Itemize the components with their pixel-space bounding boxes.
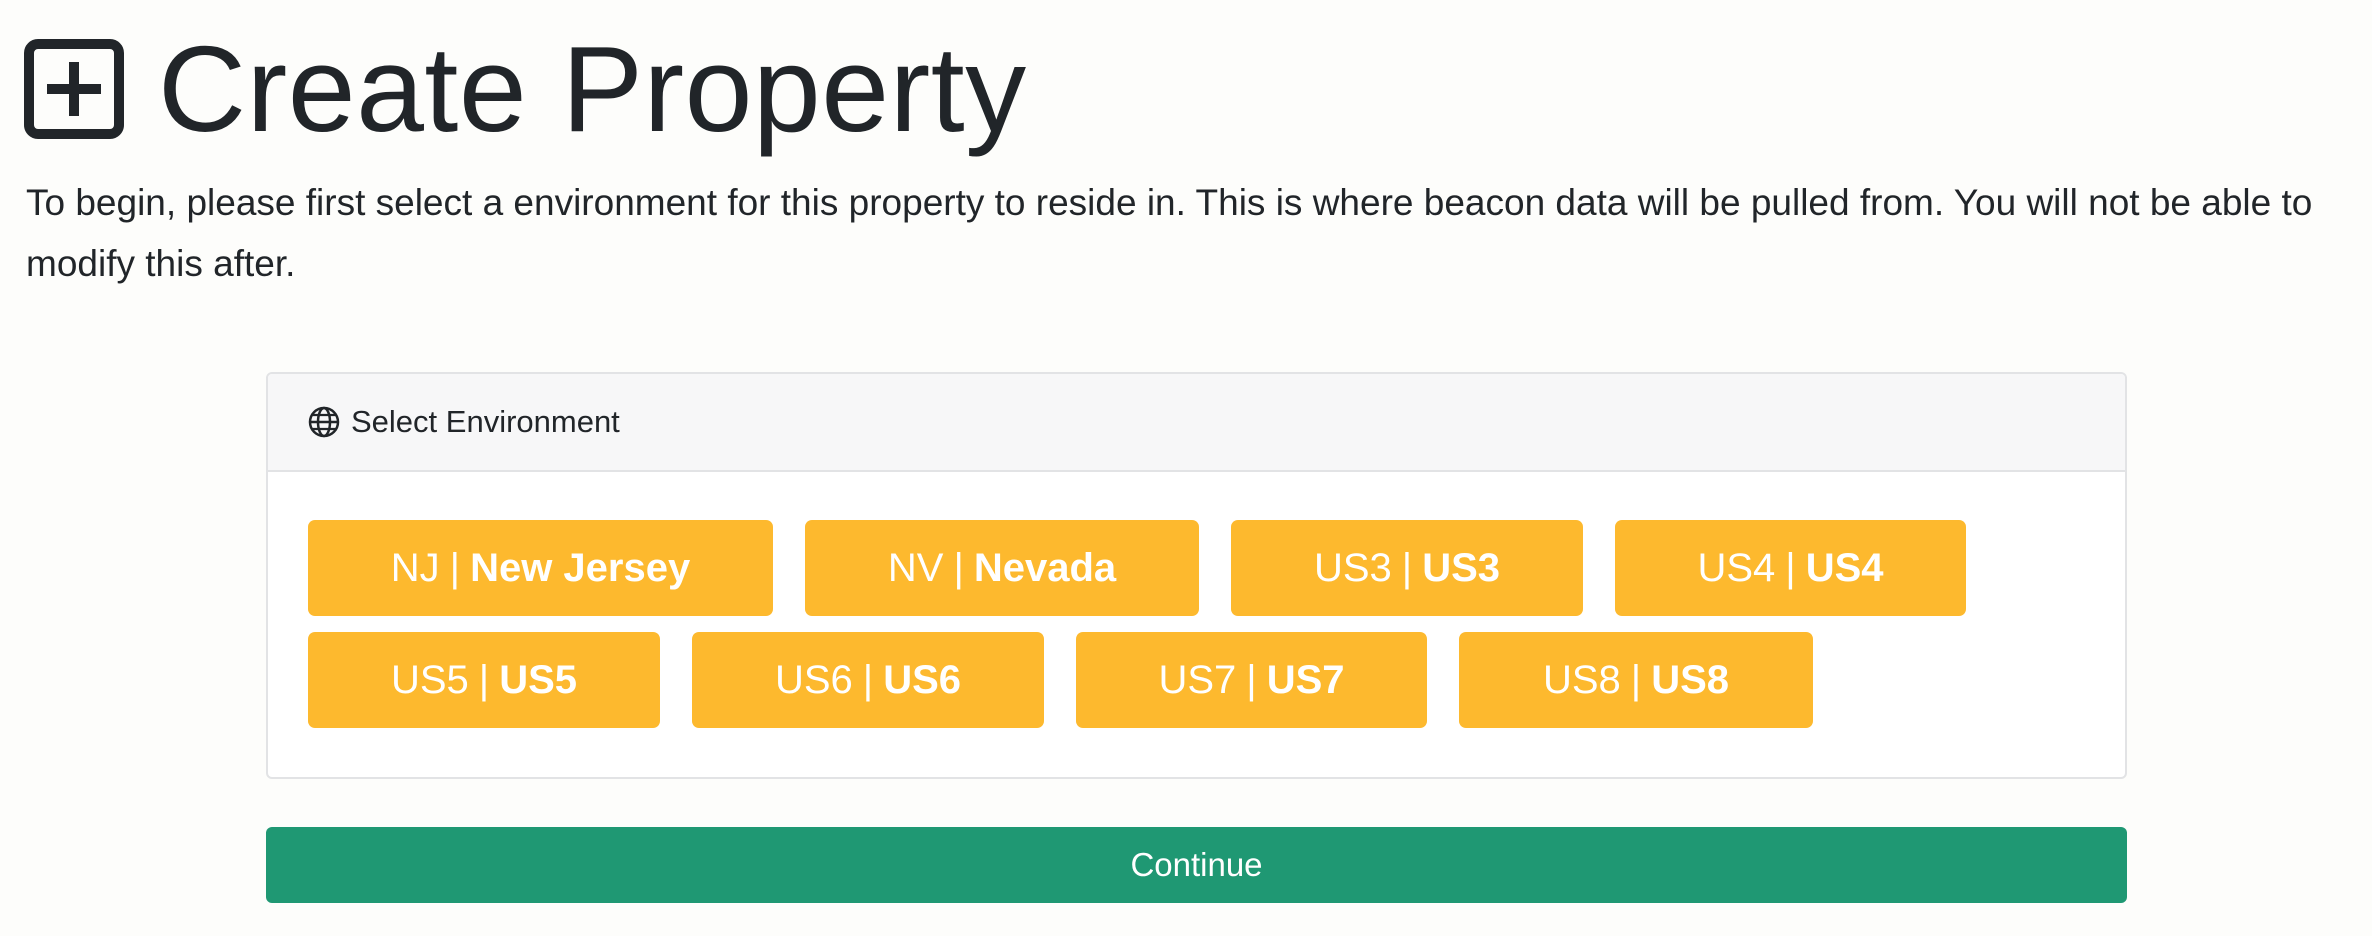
env-button-us8[interactable]: US8 | US8 <box>1459 632 1813 728</box>
env-name: US6 <box>883 657 961 702</box>
env-code: US3 <box>1313 545 1392 590</box>
env-code: NJ <box>390 545 440 590</box>
env-name: US8 <box>1651 657 1729 702</box>
environment-card: Select Environment NJ | New Jersey NV | … <box>266 372 2127 779</box>
env-separator: | <box>1246 657 1257 702</box>
env-name: US4 <box>1805 545 1884 590</box>
env-button-us7[interactable]: US7 | US7 <box>1076 632 1427 728</box>
page-header: Create Property <box>24 28 1027 150</box>
env-name: Nevada <box>973 545 1117 590</box>
env-code: NV <box>887 545 944 590</box>
env-separator: | <box>449 545 461 590</box>
env-name: US5 <box>499 657 577 702</box>
env-button-nv[interactable]: NV | Nevada <box>805 520 1199 616</box>
env-button-us6[interactable]: US6 | US6 <box>692 632 1044 728</box>
env-separator: | <box>1401 545 1413 590</box>
globe-icon <box>308 406 340 438</box>
env-name: US7 <box>1266 657 1345 702</box>
intro-text: To begin, please first select a environm… <box>26 182 2313 284</box>
env-separator: | <box>1630 657 1642 702</box>
card-title: Select Environment <box>351 404 620 439</box>
env-code: US4 <box>1697 545 1776 590</box>
plus-square-icon <box>24 39 124 139</box>
env-code: US5 <box>390 657 469 702</box>
env-button-us5[interactable]: US5 | US5 <box>308 632 660 728</box>
env-button-nj[interactable]: NJ | New Jersey <box>308 520 773 616</box>
card-header: Select Environment <box>268 374 2125 472</box>
env-name: US3 <box>1422 545 1500 590</box>
env-button-us4[interactable]: US4 | US4 <box>1615 520 1966 616</box>
env-separator: | <box>478 657 490 702</box>
env-separator: | <box>1785 545 1796 590</box>
env-button-us3[interactable]: US3 | US3 <box>1231 520 1583 616</box>
continue-button[interactable]: Continue <box>266 827 2127 903</box>
env-code: US6 <box>774 657 853 702</box>
env-name: New Jersey <box>470 545 691 590</box>
page-title: Create Property <box>158 21 1027 157</box>
env-code: US7 <box>1158 657 1237 702</box>
env-separator: | <box>953 545 964 590</box>
env-code: US8 <box>1542 657 1621 702</box>
create-property-page: Create Property To begin, please first s… <box>0 0 2372 936</box>
env-separator: | <box>862 657 874 702</box>
